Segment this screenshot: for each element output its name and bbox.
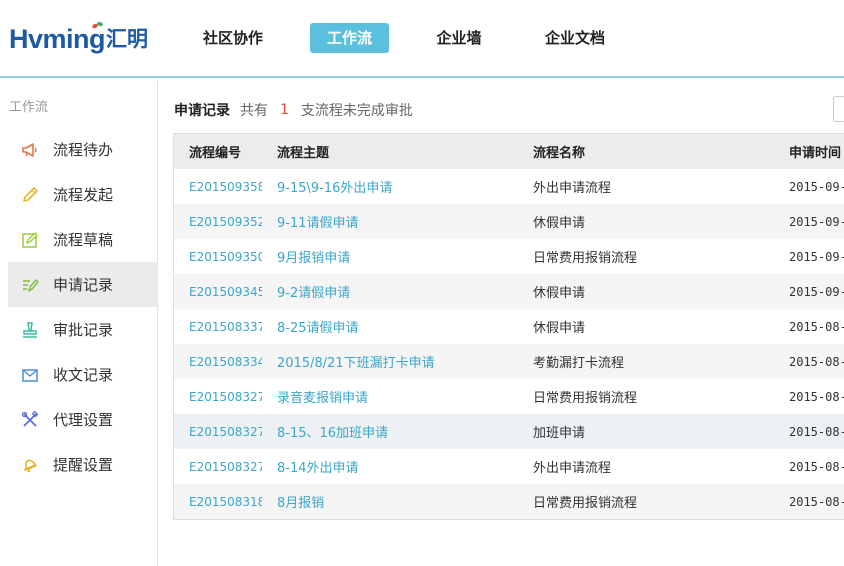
sidebar-item-label: 提醒设置 [53, 456, 114, 474]
envelope-icon [20, 365, 40, 385]
record-subject[interactable]: 2015/8/21下班漏打卡申请 [262, 344, 518, 379]
leaf-icon [92, 21, 103, 29]
record-id[interactable]: E2015093455 [174, 274, 262, 309]
record-id[interactable]: E2015083374 [174, 309, 262, 344]
megaphone-icon [20, 140, 40, 160]
record-name: 外出申请流程 [518, 169, 774, 204]
record-name: 日常费用报销流程 [518, 484, 774, 519]
record-subject[interactable]: 8-14外出申请 [262, 449, 518, 484]
record-date: 2015-08-2 [774, 309, 844, 344]
sidebar-item-label: 流程待办 [53, 141, 114, 159]
record-name: 休假申请 [518, 309, 774, 344]
record-date: 2015-08-1 [774, 414, 844, 449]
record-id[interactable]: E2015083185 [174, 484, 262, 519]
record-subject[interactable]: 8-15、16加班申请 [262, 414, 518, 449]
write-icon [20, 275, 40, 295]
record-subject[interactable]: 8-25请假申请 [262, 309, 518, 344]
search-box[interactable] [833, 96, 844, 122]
table-row[interactable]: E2015083274 8-14外出申请 外出申请流程 2015-08-1 [174, 449, 844, 484]
record-date: 2015-09-0 [774, 204, 844, 239]
record-name: 日常费用报销流程 [518, 379, 774, 414]
sidebar-item-todo[interactable]: 流程待办 [8, 127, 157, 172]
record-date: 2015-08-2 [774, 344, 844, 379]
record-subject[interactable]: 9-11请假申请 [262, 204, 518, 239]
record-id[interactable]: E2015083274 [174, 449, 262, 484]
bell-icon [20, 455, 40, 475]
sidebar-item-approvals[interactable]: 审批记录 [8, 307, 157, 352]
col-header-date[interactable]: 申请时间 [774, 134, 844, 169]
sidebar-item-start[interactable]: 流程发起 [8, 172, 157, 217]
main-heading: 申请记录 共有 1 支流程未完成审批 [174, 98, 413, 122]
record-date: 2015-09-0 [774, 239, 844, 274]
sidebar-item-reminder[interactable]: 提醒设置 [8, 442, 157, 487]
stamp-icon [20, 320, 40, 340]
table-row[interactable]: E2015083374 8-25请假申请 休假申请 2015-08-2 [174, 309, 844, 344]
record-id[interactable]: E2015093500 [174, 239, 262, 274]
record-name: 日常费用报销流程 [518, 239, 774, 274]
record-subject[interactable]: 9-15\9-16外出申请 [262, 169, 518, 204]
logo[interactable]: Hvming 汇明 [9, 21, 149, 54]
sidebar-item-label: 代理设置 [53, 411, 114, 429]
record-date: 2015-08-1 [774, 484, 844, 519]
nav-company-docs[interactable]: 企业文档 [536, 23, 614, 53]
table-header-row: 流程编号 流程主题 流程名称 申请时间 [174, 134, 844, 169]
top-header: Hvming 汇明 社区协作 工作流 企业墙 企业文档 [0, 0, 844, 78]
table-row[interactable]: E2015093581 9-15\9-16外出申请 外出申请流程 2015-09… [174, 169, 844, 204]
table-row[interactable]: E2015083279 录音麦报销申请 日常费用报销流程 2015-08-1 [174, 379, 844, 414]
record-name: 加班申请 [518, 414, 774, 449]
sidebar-item-inbox[interactable]: 收文记录 [8, 352, 157, 397]
nav-company-wall[interactable]: 企业墙 [424, 23, 494, 53]
record-id[interactable]: E2015093520 [174, 204, 262, 239]
sidebar-item-label: 申请记录 [53, 276, 114, 294]
record-date: 2015-08-1 [774, 449, 844, 484]
record-subject[interactable]: 9月报销申请 [262, 239, 518, 274]
summary-suffix: 支流程未完成审批 [300, 103, 413, 119]
record-name: 考勤漏打卡流程 [518, 344, 774, 379]
record-id[interactable]: E2015083279 [174, 379, 262, 414]
pencil-icon [20, 185, 40, 205]
record-id[interactable]: E2015083341 [174, 344, 262, 379]
sidebar-title: 工作流 [9, 100, 49, 115]
sidebar-item-label: 流程发起 [53, 186, 114, 204]
table-row[interactable]: E2015093500 9月报销申请 日常费用报销流程 2015-09-0 [174, 239, 844, 274]
table-row[interactable]: E2015083341 2015/8/21下班漏打卡申请 考勤漏打卡流程 201… [174, 344, 844, 379]
record-date: 2015-09-0 [774, 274, 844, 309]
col-header-name[interactable]: 流程名称 [518, 134, 774, 169]
edit-square-icon [20, 230, 40, 250]
record-name: 休假申请 [518, 204, 774, 239]
sidebar-item-proxy[interactable]: 代理设置 [8, 397, 157, 442]
record-id[interactable]: E2015083275 [174, 414, 262, 449]
table-row[interactable]: E2015083275 8-15、16加班申请 加班申请 2015-08-1 [174, 414, 844, 449]
summary-prefix: 共有 [240, 103, 268, 119]
record-subject[interactable]: 8月报销 [262, 484, 518, 519]
sidebar: 工作流 流程待办 流程发起 流程草稿 申请记录 审批记录 收文记录 代理设置 提… [0, 80, 158, 566]
sidebar-item-drafts[interactable]: 流程草稿 [8, 217, 157, 262]
sidebar-item-label: 收文记录 [53, 366, 114, 384]
record-id[interactable]: E2015093581 [174, 169, 262, 204]
record-subject[interactable]: 录音麦报销申请 [262, 379, 518, 414]
col-header-id[interactable]: 流程编号 [174, 134, 262, 169]
record-name: 外出申请流程 [518, 449, 774, 484]
table-row[interactable]: E2015093520 9-11请假申请 休假申请 2015-09-0 [174, 204, 844, 239]
nav-workflow[interactable]: 工作流 [310, 23, 389, 53]
sidebar-item-applications[interactable]: 申请记录 [8, 262, 157, 307]
sidebar-item-label: 流程草稿 [53, 231, 114, 249]
record-date: 2015-08-1 [774, 379, 844, 414]
record-date: 2015-09-1 [774, 169, 844, 204]
tools-icon [20, 410, 40, 430]
record-subject[interactable]: 9-2请假申请 [262, 274, 518, 309]
nav-community[interactable]: 社区协作 [190, 23, 276, 53]
table-row[interactable]: E2015083185 8月报销 日常费用报销流程 2015-08-1 [174, 484, 844, 519]
page-title: 申请记录 [174, 103, 230, 119]
col-header-subject[interactable]: 流程主题 [262, 134, 518, 169]
record-name: 休假申请 [518, 274, 774, 309]
logo-cn: 汇明 [106, 27, 149, 51]
pending-count: 1 [280, 102, 289, 118]
table-row[interactable]: E2015093455 9-2请假申请 休假申请 2015-09-0 [174, 274, 844, 309]
sidebar-item-label: 审批记录 [53, 321, 114, 339]
records-table: 流程编号 流程主题 流程名称 申请时间 E2015093581 9-15\9-1… [173, 133, 844, 520]
